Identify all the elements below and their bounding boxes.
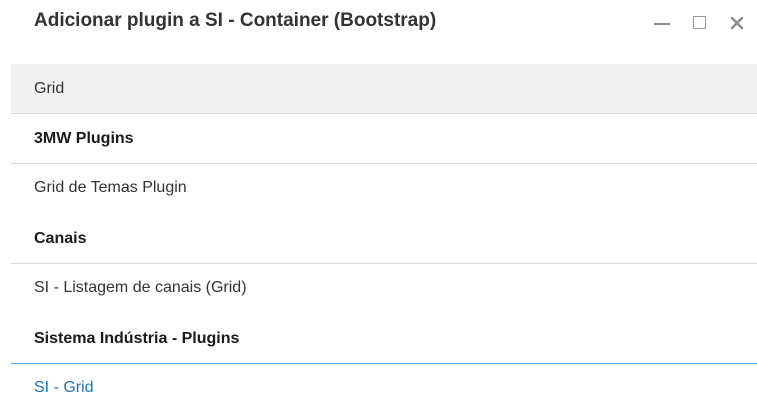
close-button[interactable]: [726, 12, 748, 34]
group-header-3mw-plugins: 3MW Plugins: [11, 114, 757, 164]
maximize-icon: [693, 16, 706, 29]
plugin-item-si-grid[interactable]: SI - Grid: [11, 364, 757, 400]
plugin-list: 3MW Plugins Grid de Temas Plugin Canais …: [11, 114, 757, 400]
plugin-item-grid-de-temas[interactable]: Grid de Temas Plugin: [11, 164, 757, 214]
minimize-icon: [654, 23, 670, 25]
dialog-titlebar: Adicionar plugin a SI - Container (Boots…: [0, 0, 757, 46]
maximize-button[interactable]: [689, 12, 711, 34]
plugin-item-listagem-de-canais[interactable]: SI - Listagem de canais (Grid): [11, 264, 757, 314]
plugin-search-input[interactable]: [11, 64, 757, 113]
minimize-button[interactable]: [651, 12, 673, 34]
close-icon: [730, 16, 744, 30]
group-header-sistema-industria: Sistema Indústria - Plugins: [11, 314, 757, 364]
group-header-canais: Canais: [11, 214, 757, 264]
dialog-title: Adicionar plugin a SI - Container (Boots…: [34, 10, 437, 31]
add-plugin-dialog: Adicionar plugin a SI - Container (Boots…: [0, 0, 757, 400]
plugin-search-row: [11, 64, 757, 114]
